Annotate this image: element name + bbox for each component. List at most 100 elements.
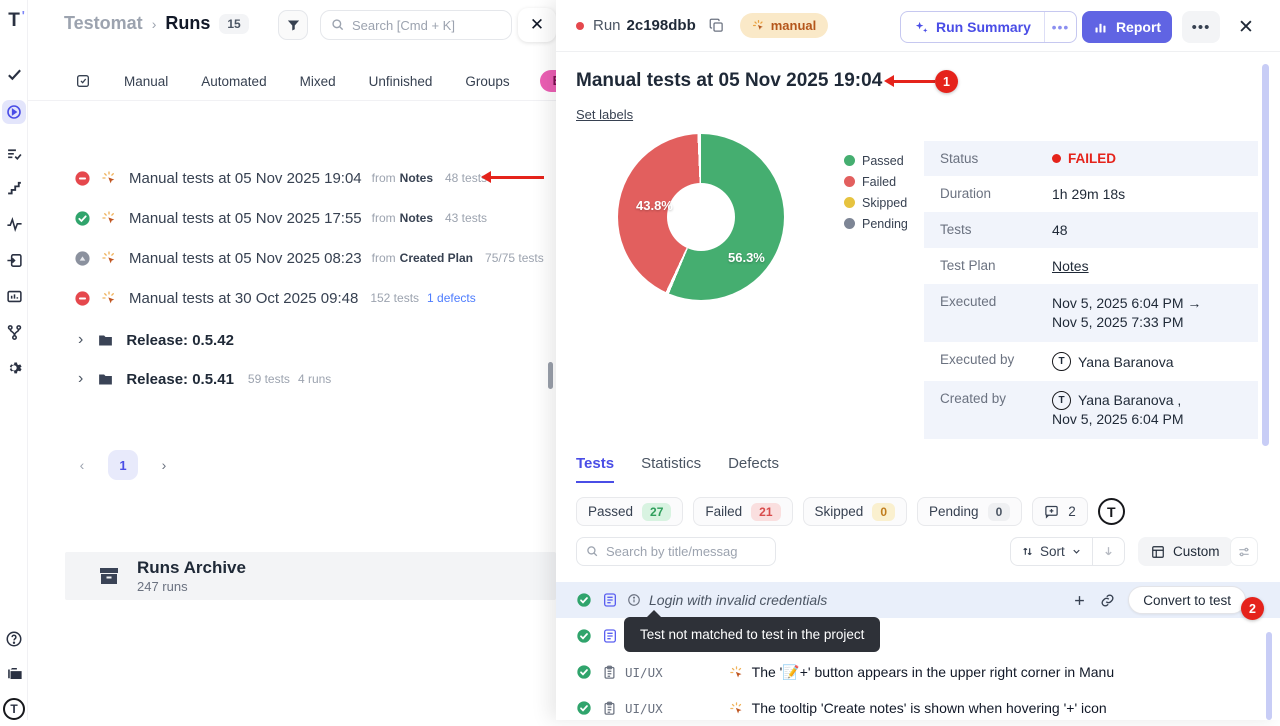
test-row[interactable]: UI/UX The tooltip 'Create notes' is show… <box>556 690 1280 726</box>
app-logo[interactable]: T <box>0 10 28 32</box>
page-number-button[interactable]: 1 <box>108 450 138 480</box>
chevron-right-icon[interactable]: › <box>78 370 83 388</box>
folder-tests-count: 59 tests <box>248 372 290 386</box>
tab-defects[interactable]: Defects <box>728 455 779 483</box>
chart-legend: Passed Failed Skipped Pending <box>844 150 908 234</box>
run-from-source: Notes <box>400 171 433 185</box>
plus-icon[interactable] <box>1072 593 1087 608</box>
panel-more-button[interactable]: ••• <box>1182 11 1220 43</box>
run-title: Manual tests at 30 Oct 2025 09:48 <box>129 290 358 307</box>
manual-click-icon <box>101 290 117 306</box>
chip-passed[interactable]: Passed 27 <box>576 497 683 526</box>
runs-search-input[interactable] <box>352 18 492 33</box>
run-defects-link[interactable]: 1 defects <box>427 291 476 305</box>
report-button[interactable]: Report <box>1082 11 1172 43</box>
test-plan-link[interactable]: Notes <box>1052 258 1089 274</box>
run-row[interactable]: Manual tests at 05 Nov 2025 08:23 from C… <box>28 238 556 278</box>
convert-to-test-button[interactable]: Convert to test <box>1128 586 1246 614</box>
sort-direction-button[interactable] <box>1092 538 1124 565</box>
chip-comments[interactable]: 2 <box>1032 497 1088 526</box>
analytics-icon[interactable] <box>0 288 28 305</box>
assignee-avatar[interactable]: T <box>1098 498 1125 525</box>
release-folder-row[interactable]: › Release: 0.5.42 <box>28 322 556 358</box>
list-scrollbar[interactable] <box>548 362 553 389</box>
chip-failed[interactable]: Failed 21 <box>693 497 792 526</box>
info-row-executed-by: Executed by T Yana Baranova <box>924 342 1258 381</box>
tab-automated[interactable]: Automated <box>201 74 266 89</box>
import-icon[interactable] <box>0 252 28 269</box>
docs-icon[interactable] <box>0 664 28 683</box>
run-row[interactable]: Manual tests at 05 Nov 2025 17:55 from N… <box>28 198 556 238</box>
tab-statistics[interactable]: Statistics <box>641 455 701 483</box>
custom-view-button[interactable]: Custom <box>1138 537 1233 566</box>
link-icon[interactable] <box>1100 593 1115 608</box>
user-avatar[interactable]: T <box>0 698 28 720</box>
tab-tests[interactable]: Tests <box>576 455 614 483</box>
next-page-button[interactable]: › <box>154 457 174 473</box>
test-title: The tooltip 'Create notes' is shown when… <box>752 700 1107 716</box>
chevron-down-icon <box>1071 546 1082 557</box>
tab-manual[interactable]: Manual <box>124 74 168 89</box>
archive-title: Runs Archive <box>137 558 246 578</box>
help-icon[interactable] <box>0 630 28 648</box>
annotation-arrow-row <box>490 176 544 179</box>
steps-icon[interactable] <box>0 180 28 197</box>
test-row[interactable]: Login with invalid credentials Convert t… <box>556 582 1280 618</box>
breadcrumb-section[interactable]: Runs <box>165 13 210 34</box>
breadcrumb-project[interactable]: Testomat <box>64 13 143 34</box>
tests-search-input[interactable] <box>606 544 756 559</box>
clipboard-icon <box>602 701 617 716</box>
tests-search[interactable] <box>576 537 776 566</box>
grid-icon <box>1151 545 1165 559</box>
detail-scrollbar[interactable] <box>1262 64 1269 446</box>
annotation-badge-2: 2 <box>1241 597 1264 620</box>
running-status-icon <box>74 250 91 267</box>
tab-mixed[interactable]: Mixed <box>300 74 336 89</box>
copy-icon[interactable] <box>709 18 724 33</box>
sort-control: Sort <box>1010 537 1125 566</box>
sliders-icon[interactable] <box>1230 537 1258 566</box>
run-summary-button[interactable]: Run Summary <box>901 12 1044 42</box>
manual-click-icon <box>729 701 744 716</box>
chip-pending[interactable]: Pending 0 <box>917 497 1022 526</box>
close-panel-button[interactable]: ✕ <box>1232 13 1260 41</box>
search-close-button[interactable]: ✕ <box>518 8 556 42</box>
run-row[interactable]: Manual tests at 05 Nov 2025 19:04 from N… <box>28 158 556 198</box>
runs-count-badge: 15 <box>219 14 248 34</box>
sort-button[interactable]: Sort <box>1011 538 1092 565</box>
failed-dot-icon <box>576 22 584 30</box>
run-title: Manual tests at 05 Nov 2025 19:04 <box>129 170 362 187</box>
select-all-icon[interactable] <box>75 73 91 89</box>
gear-icon[interactable] <box>0 360 28 378</box>
runs-archive-row[interactable]: Runs Archive 247 runs <box>65 552 556 600</box>
run-summary-split-button: Run Summary ••• <box>900 11 1077 43</box>
run-summary-more-button[interactable]: ••• <box>1044 12 1076 42</box>
prev-page-button[interactable]: ‹ <box>72 457 92 473</box>
tab-unfinished[interactable]: Unfinished <box>369 74 433 89</box>
test-tag: UI/UX <box>625 701 663 716</box>
legend-item-failed: Failed <box>844 171 908 192</box>
test-row[interactable]: UI/UX The '📝+' button appears in the upp… <box>556 654 1280 690</box>
failed-status-icon <box>74 170 91 187</box>
tab-groups[interactable]: Groups <box>465 74 509 89</box>
chip-skipped[interactable]: Skipped 0 <box>803 497 907 526</box>
run-row[interactable]: Manual tests at 30 Oct 2025 09:48 152 te… <box>28 278 556 318</box>
filter-button[interactable] <box>278 10 308 40</box>
runs-nav-icon[interactable] <box>2 100 26 124</box>
chevron-right-icon[interactable]: › <box>78 331 83 349</box>
check-icon[interactable] <box>0 66 28 83</box>
passed-dot-icon <box>844 155 855 166</box>
info-row-duration: Duration 1h 29m 18s <box>924 176 1258 212</box>
run-detail-panel: Run 2c198dbb manual Run Summary ••• Repo… <box>556 0 1280 720</box>
pulse-icon[interactable] <box>0 216 28 233</box>
status-failed-value: FAILED <box>1052 151 1116 166</box>
set-labels-link[interactable]: Set labels <box>576 107 633 122</box>
manual-click-icon <box>101 170 117 186</box>
tab-estimate-badge[interactable]: Estim <box>540 70 556 92</box>
release-folder-row[interactable]: › Release: 0.5.41 59 tests 4 runs <box>28 361 556 397</box>
list-check-icon[interactable] <box>0 146 28 163</box>
tests-scrollbar[interactable] <box>1266 632 1272 720</box>
branch-icon[interactable] <box>0 324 28 341</box>
donut-failed-label: 43.8% <box>636 198 673 213</box>
runs-search[interactable] <box>320 10 512 40</box>
